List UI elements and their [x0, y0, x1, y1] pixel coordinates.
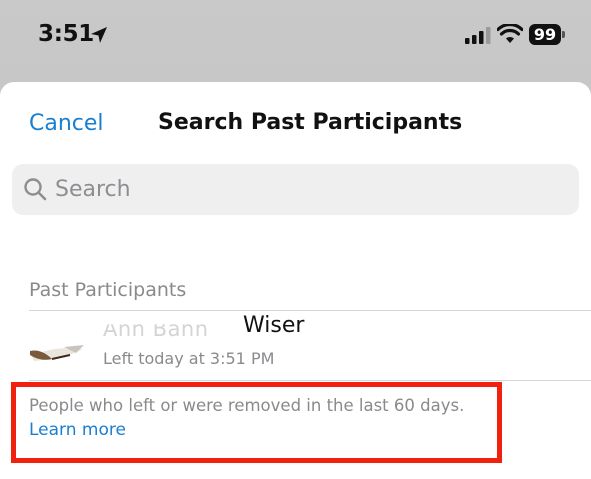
wifi-icon: [497, 24, 523, 43]
past-participants-sheet: Cancel Search Past Participants Past Par…: [0, 82, 591, 479]
search-bar[interactable]: [12, 164, 579, 215]
search-icon: [24, 178, 47, 201]
participant-row[interactable]: Ann Bann Wiser Left today at 3:51 PM: [0, 311, 591, 381]
status-time: 3:51: [38, 21, 95, 47]
battery-tip: [562, 31, 565, 38]
status-bar: 3:51 99: [0, 0, 591, 80]
battery-icon: 99: [529, 24, 561, 45]
cellular-signal-icon: [465, 27, 491, 44]
participant-left-time: Left today at 3:51 PM: [103, 349, 275, 368]
location-arrow-icon: [91, 27, 107, 43]
participant-name: Wiser: [243, 313, 305, 338]
highlight-annotation-box: [11, 382, 502, 463]
avatar: [24, 319, 88, 375]
cancel-button[interactable]: Cancel: [29, 111, 104, 136]
participant-name-obscured: Ann Bann: [103, 317, 209, 341]
search-input[interactable]: [55, 164, 555, 215]
row-divider: [29, 380, 591, 381]
sheet-title: Search Past Participants: [158, 110, 463, 135]
section-header: Past Participants: [29, 279, 187, 301]
